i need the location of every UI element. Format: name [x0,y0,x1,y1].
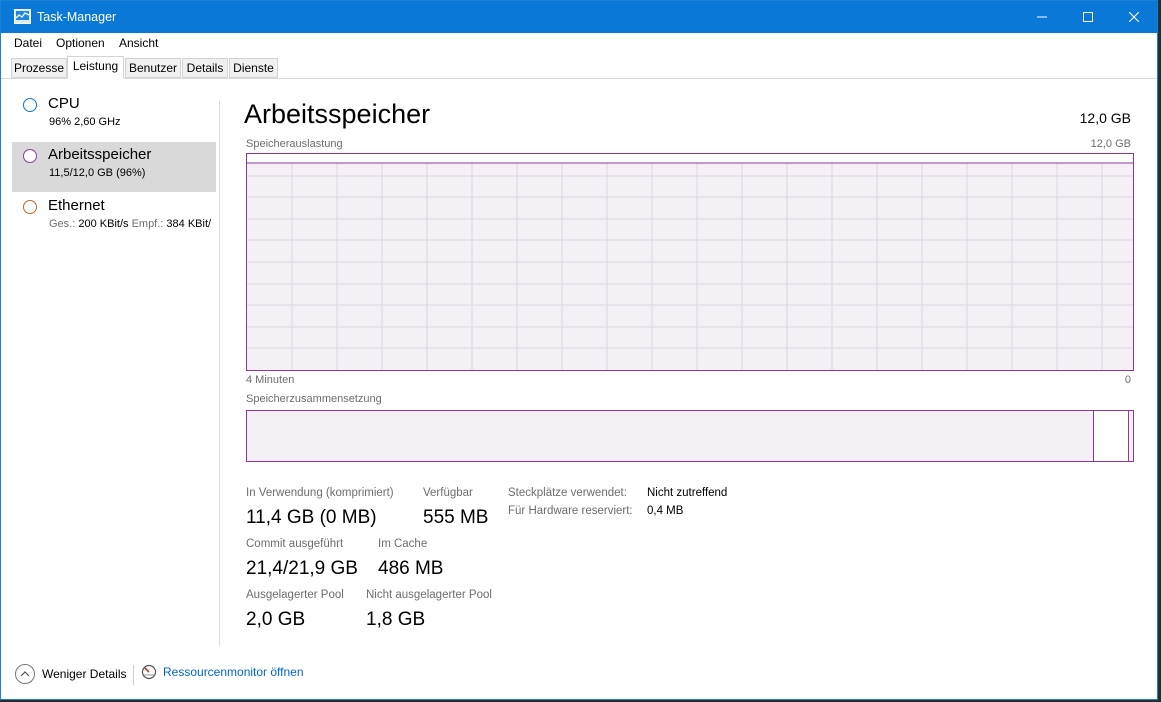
sidebar-divider [219,101,220,646]
sidebar-item-ethernet-subtitle: Ges.: 200 KBit/s Empf.: 384 KBit/ [49,218,211,230]
sidebar-item-memory-title: Arbeitsspeicher [48,146,152,163]
ethernet-send-label: Ges.: [49,218,76,230]
sidebar-item-ethernet-title: Ethernet [48,197,105,214]
memory-usage-graph[interactable] [246,153,1134,371]
footer-divider [133,665,134,685]
sidebar-item-cpu-title: CPU [48,95,80,112]
graph-time-right: 0 [1124,374,1131,386]
composition-segment-available[interactable] [1093,411,1128,461]
close-button[interactable] [1111,1,1157,33]
page-title: Arbeitsspeicher [244,99,431,129]
graph-time-left: 4 Minuten [246,374,295,386]
in-use-label: In Verwendung (komprimiert) [246,487,394,499]
sidebar-item-ethernet[interactable]: Ethernet Ges.: 200 KBit/s Empf.: 384 KBi… [12,193,216,243]
in-use-value: 11,4 GB (0 MB) [246,507,377,528]
nonpaged-pool-value: 1,8 GB [366,609,426,630]
task-manager-window: Task-Manager Datei Optionen Ansicht Proz… [0,0,1158,700]
resource-monitor-link[interactable]: Ressourcenmonitor öffnen [141,664,304,680]
tab-leistung[interactable]: Leistung [67,56,124,79]
sidebar-item-cpu-subtitle: 96% 2,60 GHz [49,116,121,128]
ethernet-recv-value: 384 KBit/ [166,218,212,230]
menu-optionen[interactable]: Optionen [56,36,105,50]
hw-reserved-label: Für Hardware reserviert: [508,505,633,517]
cpu-circle-icon [23,98,37,112]
memory-total: 12,0 GB [1079,110,1131,126]
maximize-icon [1083,12,1093,22]
sidebar-item-memory-subtitle: 11,5/12,0 GB (96%) [49,167,146,179]
graph-unused-area [247,154,1133,163]
ethernet-circle-icon [23,200,37,214]
resource-monitor-icon [141,664,157,680]
committed-value: 21,4/21,9 GB [246,558,358,579]
available-label: Verfügbar [423,487,473,499]
paged-pool-label: Ausgelagerter Pool [246,589,344,601]
tab-details[interactable]: Details [182,58,228,78]
tab-bar: Prozesse Leistung Benutzer Details Diens… [1,53,1157,79]
sidebar-item-memory[interactable]: Arbeitsspeicher 11,5/12,0 GB (96%) [12,142,216,192]
task-manager-app-icon [14,9,31,24]
menu-datei[interactable]: Datei [14,36,42,50]
paged-pool-value: 2,0 GB [246,609,306,630]
ethernet-recv-label: Empf.: [131,218,164,230]
committed-label: Commit ausgeführt [246,538,344,550]
maximize-button[interactable] [1065,1,1111,33]
title-bar[interactable]: Task-Manager [1,1,1157,33]
composition-segment-free[interactable] [1128,411,1133,461]
nonpaged-pool-label: Nicht ausgelagerter Pool [366,589,492,601]
tab-dienste[interactable]: Dienste [229,58,278,78]
minimize-button[interactable] [1019,1,1065,33]
graph-label: Speicherauslastung [246,138,343,150]
ethernet-send-value: 200 KBit/s [78,218,129,230]
slots-value: Nicht zutreffend [647,487,728,499]
sidebar-item-cpu[interactable]: CPU 96% 2,60 GHz [12,91,216,141]
resource-monitor-label: Ressourcenmonitor öffnen [163,665,304,679]
chevron-up-icon [15,664,35,684]
menu-ansicht[interactable]: Ansicht [119,36,158,50]
memory-composition-bar[interactable] [246,410,1134,462]
hw-reserved-value: 0,4 MB [647,505,684,517]
minimize-icon [1037,16,1047,18]
cached-value: 486 MB [378,558,444,579]
tab-prozesse[interactable]: Prozesse [11,58,67,78]
close-icon [1129,12,1139,22]
slots-label: Steckplätze verwendet: [508,487,627,499]
fewer-details-label: Weniger Details [42,667,127,681]
memory-usage-graph-canvas [247,154,1133,370]
graph-max-label: 12,0 GB [1090,138,1131,150]
menu-bar: Datei Optionen Ansicht [1,33,1157,53]
tab-benutzer[interactable]: Benutzer [125,58,181,78]
fewer-details-button[interactable]: Weniger Details [15,664,126,684]
cached-label: Im Cache [378,538,428,550]
window-title: Task-Manager [37,10,117,24]
memory-circle-icon [23,149,37,163]
available-value: 555 MB [423,507,489,528]
composition-label: Speicherzusammensetzung [246,393,382,405]
